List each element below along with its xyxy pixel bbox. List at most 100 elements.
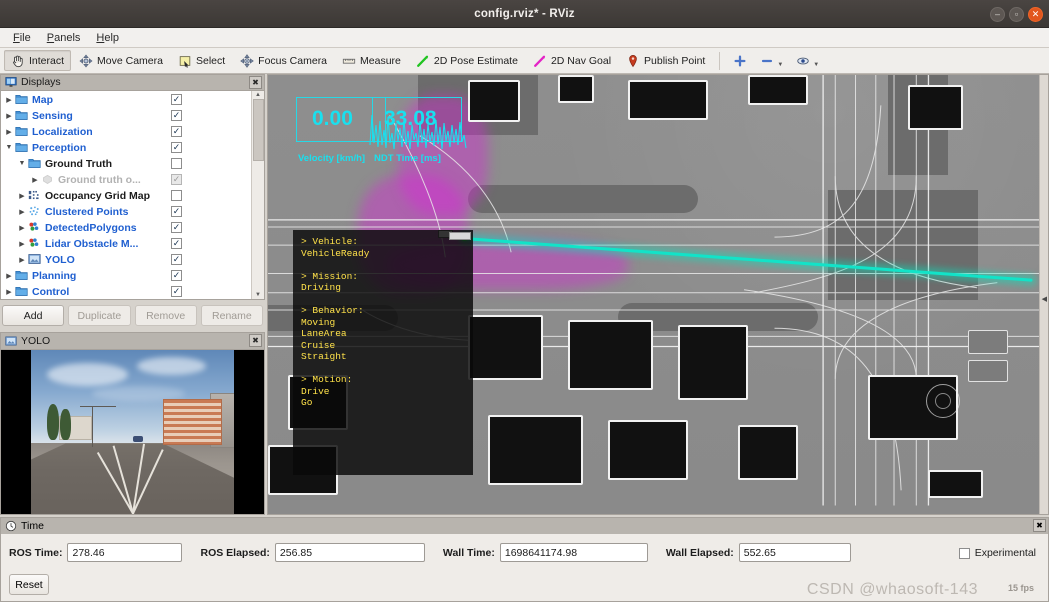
ros-time-label: ROS Time: bbox=[9, 547, 62, 559]
display-item-map[interactable]: Map✓ bbox=[1, 92, 251, 108]
display-item-checkbox[interactable]: ✓ bbox=[171, 126, 182, 137]
chevron-right-icon[interactable] bbox=[3, 128, 15, 136]
display-item-checkbox[interactable]: ✓ bbox=[171, 238, 182, 249]
yolo-panel-close-button[interactable]: ✖ bbox=[249, 334, 262, 347]
display-item-control[interactable]: Control ✓ bbox=[1, 284, 251, 299]
chevron-right-icon[interactable] bbox=[3, 112, 15, 120]
main-body: Displays ✖ Map✓Sensing✓Localization✓Perc… bbox=[0, 74, 1049, 515]
display-item-occupancy-grid-map[interactable]: Occupancy Grid Map bbox=[1, 188, 251, 204]
folder-icon bbox=[15, 125, 29, 138]
wall-elapsed-field[interactable]: 552.65 bbox=[739, 543, 851, 562]
folder-icon bbox=[28, 157, 42, 170]
experimental-checkbox[interactable] bbox=[959, 548, 970, 559]
tool-move-camera[interactable]: Move Camera bbox=[72, 50, 170, 71]
chevron-right-icon[interactable] bbox=[16, 224, 28, 232]
add-button[interactable]: Add bbox=[2, 305, 64, 326]
image-icon bbox=[28, 253, 42, 266]
display-item-yolo[interactable]: YOLO ✓ bbox=[1, 252, 251, 268]
chevron-right-icon[interactable] bbox=[16, 208, 28, 216]
display-item-checkbox[interactable]: ✓ bbox=[171, 94, 182, 105]
tool-focus-camera[interactable]: Focus Camera bbox=[233, 50, 334, 71]
tool-measure[interactable]: Measure bbox=[335, 50, 408, 71]
ros-time-field[interactable]: 278.46 bbox=[67, 543, 182, 562]
building-footprint bbox=[468, 315, 543, 380]
wall-time-field[interactable]: 1698641174.98 bbox=[500, 543, 648, 562]
add-tool-button[interactable] bbox=[727, 50, 753, 71]
tool-2d-nav-goal[interactable]: 2D Nav Goal bbox=[526, 50, 618, 71]
reset-button[interactable]: Reset bbox=[9, 574, 49, 595]
building-footprint bbox=[608, 420, 688, 480]
menu-file-label: ile bbox=[20, 32, 31, 44]
display-item-clustered-points[interactable]: Clustered Points✓ bbox=[1, 204, 251, 220]
menu-help[interactable]: Help bbox=[89, 30, 126, 46]
measure-icon bbox=[342, 54, 356, 68]
close-button[interactable]: ✕ bbox=[1028, 7, 1043, 22]
chevron-right-icon[interactable] bbox=[16, 192, 28, 200]
building-orange bbox=[163, 399, 222, 445]
display-item-perception[interactable]: Perception✓ bbox=[1, 140, 251, 156]
display-item-checkbox[interactable]: ✓ bbox=[171, 270, 182, 281]
tool-interact[interactable]: Interact bbox=[4, 50, 71, 71]
experimental-toggle[interactable]: Experimental bbox=[959, 547, 1036, 559]
chevron-down-icon[interactable] bbox=[16, 160, 28, 167]
render-viewport[interactable]: 0.00 Velocity [km/h] 33.08 NDT Time [ms]… bbox=[267, 74, 1049, 515]
collapse-arrow-icon[interactable]: ◀ bbox=[1042, 295, 1047, 303]
menu-panels[interactable]: Panels bbox=[40, 30, 88, 46]
display-item-checkbox[interactable] bbox=[171, 158, 182, 169]
maximize-button[interactable]: ▫ bbox=[1009, 7, 1024, 22]
chevron-right-icon[interactable] bbox=[3, 96, 15, 104]
displays-scrollbar[interactable]: ▲ ▼ bbox=[251, 91, 264, 299]
display-item-checkbox[interactable]: ✓ bbox=[171, 206, 182, 217]
minimize-button[interactable]: – bbox=[990, 7, 1005, 22]
displays-tree[interactable]: Map✓Sensing✓Localization✓Perception✓Grou… bbox=[1, 91, 251, 299]
scroll-up-arrow-icon[interactable]: ▲ bbox=[255, 92, 261, 98]
chevron-right-icon[interactable] bbox=[16, 256, 28, 264]
display-item-checkbox[interactable]: ✓ bbox=[171, 254, 182, 265]
display-item-checkbox[interactable]: ✓ bbox=[171, 110, 182, 121]
display-item-label: DetectedPolygons bbox=[45, 222, 137, 234]
tool-select[interactable]: Select bbox=[171, 50, 232, 71]
tool-2d-pose-estimate[interactable]: 2D Pose Estimate bbox=[409, 50, 525, 71]
menu-panels-label: anels bbox=[54, 32, 80, 44]
scroll-down-arrow-icon[interactable]: ▼ bbox=[255, 292, 261, 298]
chevron-down-icon[interactable] bbox=[3, 144, 15, 151]
tool-measure-label: Measure bbox=[360, 55, 401, 67]
tool-publish-point[interactable]: Publish Point bbox=[619, 50, 712, 71]
remove-tool-button[interactable]: ▼ bbox=[754, 50, 789, 71]
yolo-camera-image bbox=[0, 349, 265, 515]
display-item-checkbox[interactable]: ✓ bbox=[171, 286, 182, 297]
chevron-right-icon[interactable] bbox=[16, 240, 28, 248]
display-item-sensing[interactable]: Sensing✓ bbox=[1, 108, 251, 124]
menu-file[interactable]: File bbox=[6, 30, 38, 46]
display-item-ground-truth-o[interactable]: Ground truth o...✓ bbox=[1, 172, 251, 188]
display-item-ground-truth[interactable]: Ground Truth bbox=[1, 156, 251, 172]
chevron-right-icon[interactable] bbox=[3, 288, 15, 296]
tool-2d-pose-estimate-label: 2D Pose Estimate bbox=[434, 55, 518, 67]
display-item-label: YOLO bbox=[45, 254, 75, 266]
display-item-checkbox[interactable]: ✓ bbox=[171, 142, 182, 153]
experimental-label: Experimental bbox=[975, 547, 1036, 559]
display-item-checkbox[interactable]: ✓ bbox=[171, 222, 182, 233]
tool-focus-camera-label: Focus Camera bbox=[258, 55, 327, 67]
time-panel-close-button[interactable]: ✖ bbox=[1033, 519, 1046, 532]
display-item-checkbox[interactable]: ✓ bbox=[171, 174, 182, 185]
display-item-lidar-obstacle-m[interactable]: Lidar Obstacle M...✓ bbox=[1, 236, 251, 252]
chevron-right-icon[interactable] bbox=[3, 272, 15, 280]
window-controls: – ▫ ✕ bbox=[990, 0, 1043, 28]
display-item-detectedpolygons[interactable]: DetectedPolygons ✓ bbox=[1, 220, 251, 236]
time-panel-header: Time ✖ bbox=[0, 517, 1049, 534]
display-item-planning[interactable]: Planning✓ bbox=[1, 268, 251, 284]
display-item-checkbox[interactable] bbox=[171, 190, 182, 201]
green-arrow-icon bbox=[416, 54, 430, 68]
scrollbar-thumb[interactable] bbox=[253, 99, 264, 161]
chevron-right-icon[interactable] bbox=[29, 176, 41, 184]
display-item-localization[interactable]: Localization✓ bbox=[1, 124, 251, 140]
viewport-right-edge[interactable]: ◀ bbox=[1039, 75, 1048, 514]
displays-tree-container: Map✓Sensing✓Localization✓Perception✓Grou… bbox=[0, 90, 265, 300]
displays-panel-close-button[interactable]: ✖ bbox=[249, 76, 262, 89]
ros-elapsed-field[interactable]: 256.85 bbox=[275, 543, 425, 562]
tool-properties-button[interactable]: ▼ bbox=[790, 50, 825, 71]
window-title: config.rviz* - RViz bbox=[474, 8, 575, 20]
building-footprint bbox=[628, 80, 708, 120]
display-item-label: Control bbox=[32, 286, 69, 298]
